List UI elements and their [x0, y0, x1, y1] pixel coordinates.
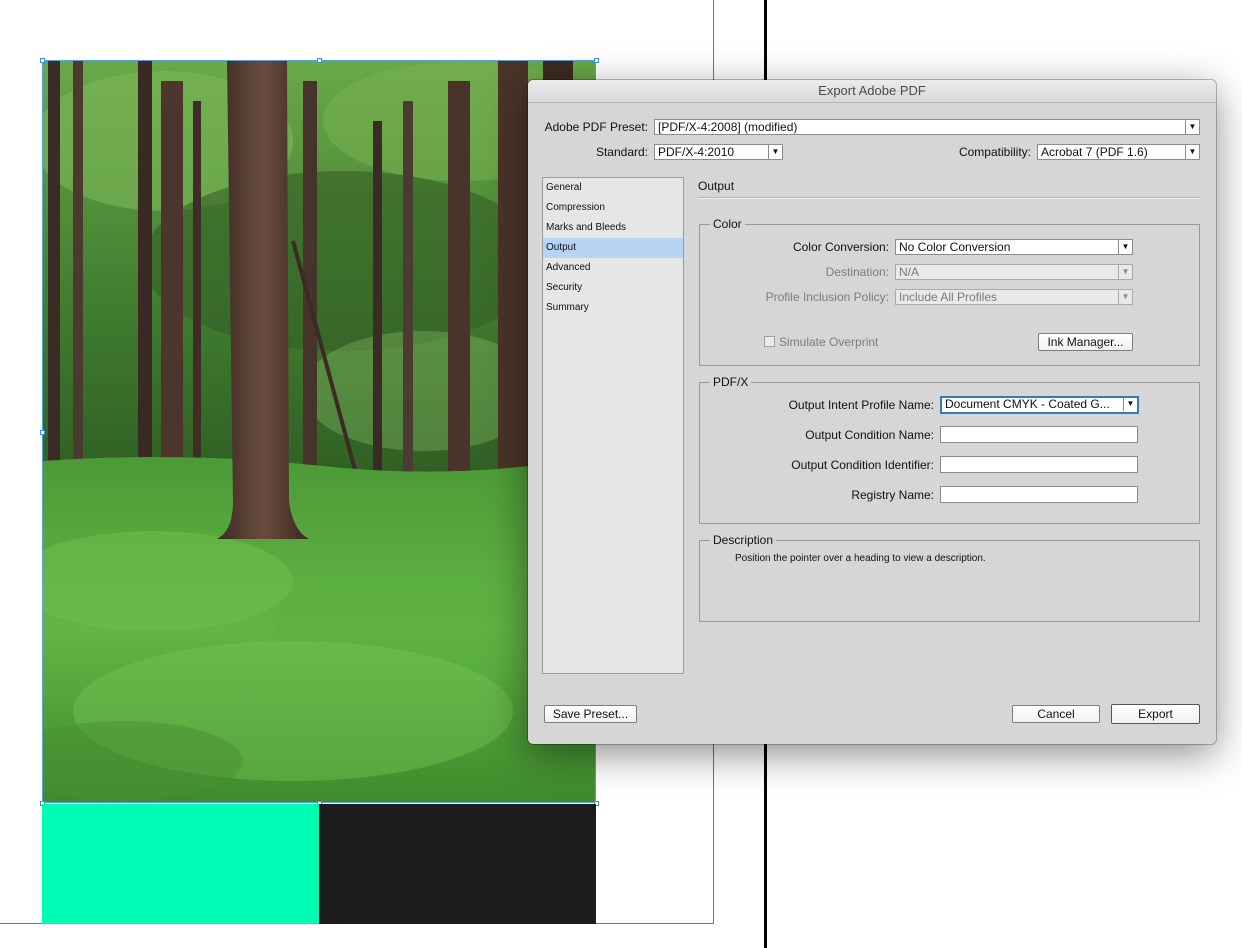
green-color-block[interactable]: [42, 804, 319, 924]
output-condition-name-label: Output Condition Name:: [805, 428, 934, 442]
dropdown-arrow-icon: ▼: [1185, 145, 1199, 159]
profile-inclusion-value: Include All Profiles: [899, 290, 998, 304]
export-pdf-dialog: Export Adobe PDF Adobe PDF Preset: [PDF/…: [528, 80, 1216, 744]
frame-handle-mid-left[interactable]: [40, 430, 45, 435]
export-button[interactable]: Export: [1111, 704, 1200, 724]
dropdown-arrow-icon: ▼: [1118, 290, 1132, 304]
dropdown-arrow-icon: ▼: [768, 145, 782, 159]
section-title: Output: [698, 179, 735, 193]
preset-select[interactable]: [PDF/X-4:2008] (modified) ▼: [654, 119, 1200, 135]
profile-inclusion-label: Profile Inclusion Policy:: [765, 290, 889, 304]
frame-handle-top-mid[interactable]: [317, 58, 322, 63]
category-sidebar: General Compression Marks and Bleeds Out…: [542, 177, 684, 674]
sidebar-item-output[interactable]: Output: [543, 238, 683, 258]
standard-value: PDF/X-4:2010: [658, 145, 735, 159]
section-divider: [698, 197, 1200, 199]
simulate-overprint-label: Simulate Overprint: [779, 335, 879, 349]
frame-handle-top-right[interactable]: [594, 58, 599, 63]
sidebar-item-advanced[interactable]: Advanced: [543, 258, 683, 278]
compatibility-select[interactable]: Acrobat 7 (PDF 1.6) ▼: [1037, 144, 1200, 160]
output-condition-identifier-input[interactable]: [940, 456, 1138, 473]
destination-select[interactable]: N/A ▼: [895, 264, 1133, 280]
dark-color-block[interactable]: [319, 804, 596, 924]
registry-name-label: Registry Name:: [851, 488, 934, 502]
dropdown-arrow-icon: ▼: [1118, 265, 1132, 279]
sidebar-item-security[interactable]: Security: [543, 278, 683, 298]
save-preset-button[interactable]: Save Preset...: [544, 705, 637, 723]
cancel-button[interactable]: Cancel: [1012, 705, 1100, 723]
sidebar-item-marks-and-bleeds[interactable]: Marks and Bleeds: [543, 218, 683, 238]
output-intent-select[interactable]: Document CMYK - Coated G... ▼: [940, 396, 1139, 414]
destination-value: N/A: [899, 265, 920, 279]
frame-handle-top-left[interactable]: [40, 58, 45, 63]
dropdown-arrow-icon: ▼: [1118, 240, 1132, 254]
dialog-title: Export Adobe PDF: [528, 80, 1216, 103]
simulate-overprint-checkbox[interactable]: [764, 336, 775, 347]
compatibility-value: Acrobat 7 (PDF 1.6): [1041, 145, 1148, 159]
compatibility-label: Compatibility:: [958, 145, 1031, 159]
dropdown-arrow-icon: ▼: [1185, 120, 1199, 134]
output-intent-label: Output Intent Profile Name:: [788, 398, 934, 412]
destination-label: Destination:: [825, 265, 889, 279]
description-group: Description Position the pointer over a …: [699, 532, 1200, 622]
forest-photo[interactable]: [42, 60, 596, 803]
sidebar-item-compression[interactable]: Compression: [543, 198, 683, 218]
standard-select[interactable]: PDF/X-4:2010 ▼: [654, 144, 783, 160]
color-conversion-label: Color Conversion:: [792, 240, 889, 254]
color-group-title: Color: [710, 216, 745, 232]
preset-value: [PDF/X-4:2008] (modified): [658, 120, 798, 134]
output-intent-value: Document CMYK - Coated G...: [945, 397, 1110, 411]
color-conversion-select[interactable]: No Color Conversion ▼: [895, 239, 1133, 255]
output-condition-name-input[interactable]: [940, 426, 1138, 443]
color-conversion-value: No Color Conversion: [899, 240, 1011, 254]
registry-name-input[interactable]: [940, 486, 1138, 503]
description-text: Position the pointer over a heading to v…: [735, 553, 986, 564]
profile-inclusion-select[interactable]: Include All Profiles ▼: [895, 289, 1133, 305]
color-group: Color Color Conversion: No Color Convers…: [699, 216, 1200, 366]
dropdown-arrow-icon: ▼: [1123, 398, 1137, 411]
ink-manager-button[interactable]: Ink Manager...: [1038, 333, 1133, 351]
description-group-title: Description: [710, 532, 777, 548]
preset-label: Adobe PDF Preset:: [544, 120, 648, 134]
pdfx-group-title: PDF/X: [710, 374, 752, 390]
output-condition-identifier-label: Output Condition Identifier:: [791, 458, 934, 472]
pdfx-group: PDF/X Output Intent Profile Name: Docume…: [699, 374, 1200, 524]
sidebar-item-summary[interactable]: Summary: [543, 298, 683, 318]
sidebar-item-general[interactable]: General: [543, 178, 683, 198]
standard-label: Standard:: [595, 145, 648, 159]
